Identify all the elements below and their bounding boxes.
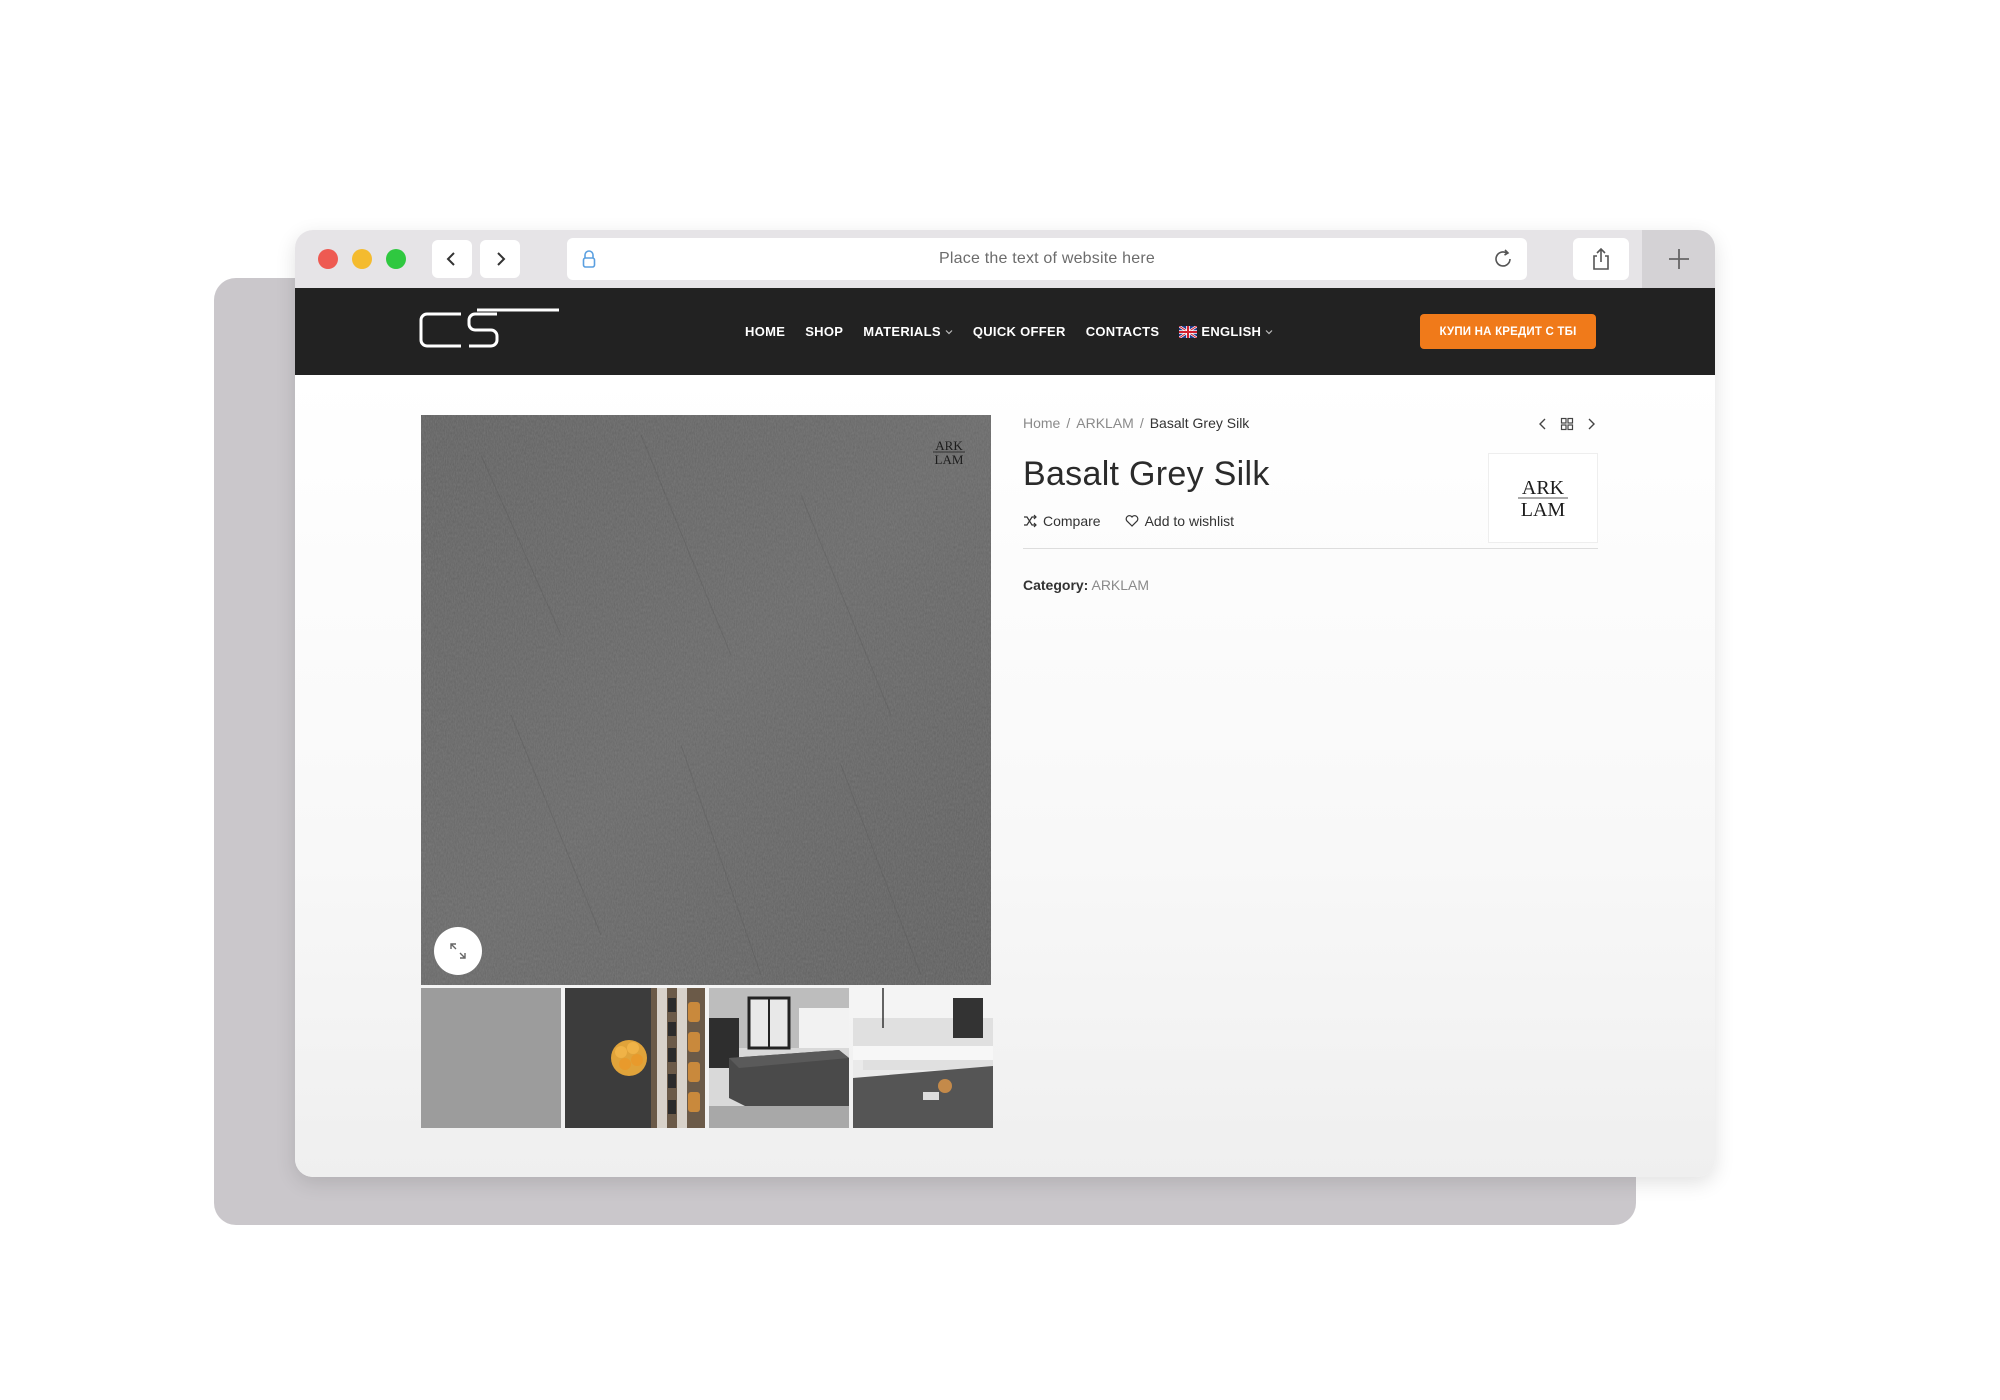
product-page: ARK LAM Home / ARKLAM / Basalt Grey Silk… [295, 375, 1715, 1177]
nav-materials-label: MATERIALS [863, 324, 941, 339]
minimize-window-button[interactable] [352, 249, 372, 269]
breadcrumb-current: Basalt Grey Silk [1149, 415, 1250, 431]
thumbnail-strip [421, 988, 993, 1128]
previous-product-icon[interactable] [1536, 417, 1550, 431]
wishlist-link[interactable]: Add to wishlist [1125, 513, 1234, 529]
chevron-right-icon [497, 252, 506, 266]
category-label: Category: [1023, 577, 1089, 593]
back-button[interactable] [432, 240, 472, 278]
grey-slab-thumb [421, 988, 561, 1128]
nav-quick-offer[interactable]: QUICK OFFER [973, 324, 1066, 339]
kitchen-island-thumb [709, 988, 849, 1128]
product-title: Basalt Grey Silk [1023, 455, 1270, 493]
nav-contacts-label: CONTACTS [1085, 324, 1160, 339]
browser-window: Place the text of website here HOME SHOP… [295, 230, 1715, 1177]
nav-quick-offer-label: QUICK OFFER [972, 324, 1066, 339]
share-button[interactable] [1573, 238, 1629, 280]
nav-home[interactable]: HOME [745, 324, 785, 339]
zoom-button[interactable] [434, 927, 482, 975]
credit-button[interactable]: КУПИ НА КРЕДИТ С ТБІ [1420, 314, 1596, 349]
site-header: HOME SHOP MATERIALS QUICK OFFER CONTACTS… [295, 288, 1715, 375]
nav-materials[interactable]: MATERIALS [863, 324, 953, 339]
chevron-down-icon [945, 329, 953, 334]
nav-language-label: ENGLISH [1201, 324, 1262, 339]
svg-text:LAM: LAM [1521, 499, 1566, 520]
nav-shop-label: SHOP [805, 324, 844, 339]
breadcrumb-category[interactable]: ARKLAM [1076, 415, 1134, 431]
grid-icon[interactable] [1560, 417, 1574, 431]
wishlist-label: Add to wishlist [1144, 513, 1235, 529]
svg-text:ARK: ARK [1522, 477, 1565, 499]
share-icon [1593, 247, 1609, 270]
maximize-window-button[interactable] [386, 249, 406, 269]
chevron-left-icon [446, 252, 455, 266]
address-text: Place the text of website here [939, 250, 1155, 267]
breadcrumb-separator: / [1139, 415, 1144, 431]
brand-logo-box[interactable]: ARK LAM [1488, 453, 1598, 543]
drawer-oranges-thumb [565, 988, 705, 1128]
thumbnail-drawer[interactable] [565, 988, 705, 1128]
thumbnail-grey-slab[interactable] [421, 988, 561, 1128]
stone-texture [421, 415, 991, 985]
plus-icon [1668, 249, 1689, 269]
compare-link[interactable]: Compare [1023, 513, 1101, 529]
new-tab-button[interactable] [1642, 230, 1715, 288]
forward-button[interactable] [480, 240, 520, 278]
reload-icon[interactable] [1491, 247, 1515, 271]
product-actions: Compare Add to wishlist [1023, 513, 1234, 529]
breadcrumb-separator: / [1066, 415, 1071, 431]
site-logo[interactable] [417, 308, 563, 352]
uk-flag-icon [1179, 325, 1198, 338]
svg-text:ARK: ARK [935, 438, 963, 453]
product-meta: Category: ARKLAM [1023, 577, 1149, 593]
nav-home-label: HOME [745, 324, 786, 339]
nav-language[interactable]: ENGLISH [1179, 324, 1273, 339]
breadcrumb-home[interactable]: Home [1023, 415, 1060, 431]
lock-icon [582, 250, 596, 268]
chevron-down-icon [1265, 329, 1273, 334]
svg-text:LAM: LAM [935, 452, 964, 467]
thumbnail-kitchen-counter[interactable] [853, 988, 993, 1128]
product-main-image[interactable]: ARK LAM [421, 415, 991, 985]
next-product-icon[interactable] [1584, 417, 1598, 431]
nav-shop[interactable]: SHOP [805, 324, 843, 339]
product-navigation [1536, 417, 1598, 431]
main-navigation: HOME SHOP MATERIALS QUICK OFFER CONTACTS… [745, 288, 1293, 375]
category-link[interactable]: ARKLAM [1091, 577, 1149, 593]
summary-divider [1023, 548, 1598, 549]
heart-icon [1125, 515, 1138, 527]
close-window-button[interactable] [318, 249, 338, 269]
address-bar[interactable]: Place the text of website here [567, 238, 1527, 280]
browser-toolbar: Place the text of website here [295, 230, 1715, 288]
compare-label: Compare [1043, 513, 1101, 529]
thumbnail-kitchen-island[interactable] [709, 988, 849, 1128]
arklam-watermark: ARK LAM [933, 438, 965, 467]
arklam-logo: ARK LAM [1518, 477, 1568, 520]
expand-icon [450, 943, 466, 959]
shuffle-icon [1024, 514, 1037, 528]
kitchen-counter-thumb [853, 988, 993, 1128]
breadcrumb: Home / ARKLAM / Basalt Grey Silk [1023, 415, 1249, 431]
nav-contacts[interactable]: CONTACTS [1086, 324, 1160, 339]
